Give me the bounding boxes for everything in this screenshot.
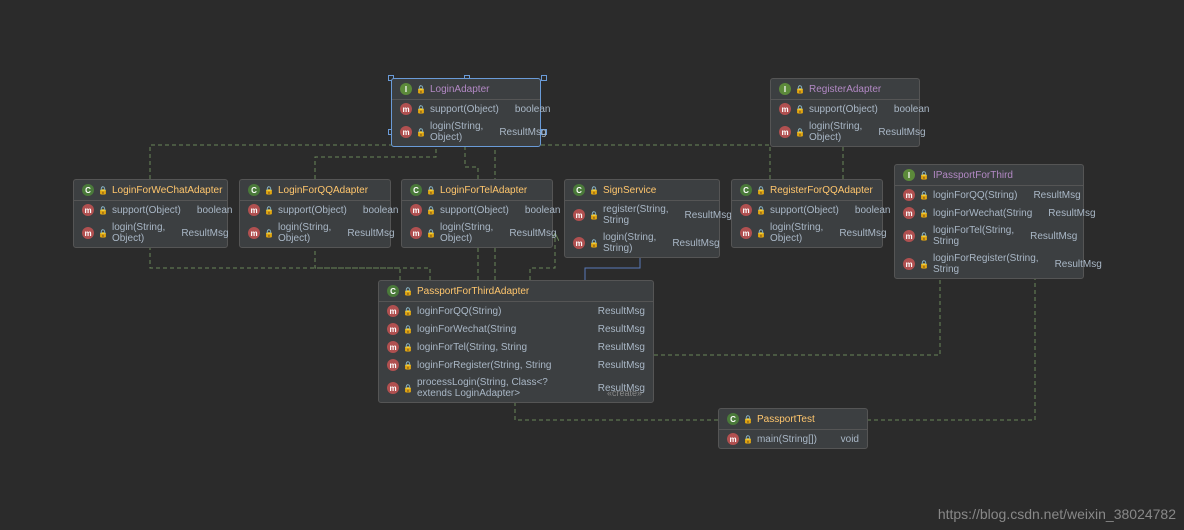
- method-icon: m: [903, 207, 915, 219]
- lock-icon: 🔒: [756, 186, 766, 195]
- class-login-tel[interactable]: C🔒LoginForTelAdapter m🔒support(Object)bo…: [401, 179, 553, 248]
- lock-icon: 🔒: [403, 307, 413, 316]
- class-title: PassportTest: [757, 414, 815, 425]
- lock-icon: 🔒: [98, 206, 108, 215]
- lock-icon: 🔒: [756, 229, 766, 238]
- class-title: SignService: [603, 185, 656, 196]
- method-icon: m: [387, 323, 399, 335]
- method-icon: m: [387, 359, 399, 371]
- lock-icon: 🔒: [919, 191, 929, 200]
- method-icon: m: [573, 237, 585, 249]
- class-title: LoginForTelAdapter: [440, 185, 527, 196]
- class-icon: C: [248, 184, 260, 196]
- method-icon: m: [400, 103, 412, 115]
- method-icon: m: [248, 227, 260, 239]
- class-icon: C: [387, 285, 399, 297]
- class-title: PassportForThirdAdapter: [417, 286, 529, 297]
- method-icon: m: [779, 103, 791, 115]
- lock-icon: 🔒: [589, 211, 599, 220]
- method-icon: m: [410, 204, 422, 216]
- method-icon: m: [387, 382, 399, 394]
- class-icon: C: [727, 413, 739, 425]
- lock-icon: 🔒: [589, 239, 599, 248]
- class-icon: C: [573, 184, 585, 196]
- class-icon: C: [740, 184, 752, 196]
- method-icon: m: [903, 258, 915, 270]
- lock-icon: 🔒: [589, 186, 599, 195]
- method-icon: m: [573, 209, 585, 221]
- class-passport-test[interactable]: C🔒PassportTest m🔒main(String[])void: [718, 408, 868, 449]
- class-ipassport[interactable]: I🔒IPassportForThird m🔒loginForQQ(String)…: [894, 164, 1084, 279]
- lock-icon: 🔒: [264, 229, 274, 238]
- method-icon: m: [82, 227, 94, 239]
- lock-icon: 🔒: [416, 128, 426, 137]
- method-icon: m: [740, 204, 752, 216]
- method-icon: m: [82, 204, 94, 216]
- lock-icon: 🔒: [98, 229, 108, 238]
- lock-icon: 🔒: [919, 260, 929, 269]
- class-register-qq[interactable]: C🔒RegisterForQQAdapter m🔒support(Object)…: [731, 179, 883, 248]
- lock-icon: 🔒: [426, 229, 436, 238]
- lock-icon: 🔒: [403, 287, 413, 296]
- class-title: RegisterForQQAdapter: [770, 185, 873, 196]
- method-icon: m: [248, 204, 260, 216]
- class-login-wechat[interactable]: C🔒LoginForWeChatAdapter m🔒support(Object…: [73, 179, 228, 248]
- lock-icon: 🔒: [264, 186, 274, 195]
- lock-icon: 🔒: [919, 209, 929, 218]
- lock-icon: 🔒: [403, 343, 413, 352]
- lock-icon: 🔒: [403, 325, 413, 334]
- class-title: RegisterAdapter: [809, 84, 881, 95]
- lock-icon: 🔒: [795, 85, 805, 94]
- class-title: LoginForQQAdapter: [278, 185, 368, 196]
- class-title: LoginForWeChatAdapter: [112, 185, 222, 196]
- class-title: IPassportForThird: [933, 170, 1013, 181]
- interface-icon: I: [779, 83, 791, 95]
- method-icon: m: [740, 227, 752, 239]
- lock-icon: 🔒: [795, 105, 805, 114]
- lock-icon: 🔒: [403, 361, 413, 370]
- method-icon: m: [387, 341, 399, 353]
- lock-icon: 🔒: [919, 232, 929, 241]
- method-icon: m: [903, 189, 915, 201]
- interface-icon: I: [400, 83, 412, 95]
- lock-icon: 🔒: [919, 171, 929, 180]
- class-passport-adapter[interactable]: C🔒PassportForThirdAdapter m🔒loginForQQ(S…: [378, 280, 654, 403]
- method-icon: m: [779, 126, 791, 138]
- lock-icon: 🔒: [795, 128, 805, 137]
- method-icon: m: [410, 227, 422, 239]
- method-icon: m: [903, 230, 915, 242]
- lock-icon: 🔒: [264, 206, 274, 215]
- lock-icon: 🔒: [403, 384, 413, 393]
- lock-icon: 🔒: [743, 435, 753, 444]
- selection-handle[interactable]: [541, 75, 547, 81]
- interface-icon: I: [903, 169, 915, 181]
- lock-icon: 🔒: [426, 186, 436, 195]
- lock-icon: 🔒: [756, 206, 766, 215]
- lock-icon: 🔒: [416, 105, 426, 114]
- method-icon: m: [727, 433, 739, 445]
- watermark: https://blog.csdn.net/weixin_38024782: [938, 506, 1176, 522]
- class-sign-service[interactable]: C🔒SignService m🔒register(String, StringR…: [564, 179, 720, 258]
- class-title: LoginAdapter: [430, 84, 490, 95]
- class-login-adapter[interactable]: I🔒LoginAdapter m🔒support(Object)boolean …: [391, 78, 541, 147]
- class-login-qq[interactable]: C🔒LoginForQQAdapter m🔒support(Object)boo…: [239, 179, 391, 248]
- lock-icon: 🔒: [98, 186, 108, 195]
- class-icon: C: [82, 184, 94, 196]
- stereotype-label: «create»: [607, 388, 642, 398]
- method-icon: m: [400, 126, 412, 138]
- class-icon: C: [410, 184, 422, 196]
- lock-icon: 🔒: [743, 415, 753, 424]
- lock-icon: 🔒: [426, 206, 436, 215]
- method-icon: m: [387, 305, 399, 317]
- class-register-adapter[interactable]: I🔒RegisterAdapter m🔒support(Object)boole…: [770, 78, 920, 147]
- lock-icon: 🔒: [416, 85, 426, 94]
